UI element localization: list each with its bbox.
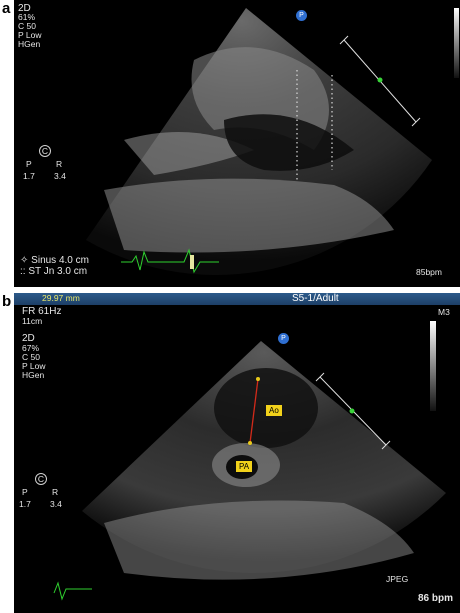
measurement-stjn-value: ST Jn 3.0 cm — [28, 266, 88, 277]
orientation-c-icon: C — [35, 473, 47, 485]
echo-image-b — [53, 321, 446, 601]
aorta-label: Ao — [266, 405, 282, 416]
pulmonary-artery-label: PA — [236, 461, 253, 472]
probe-logo-icon: P — [278, 333, 289, 344]
orientation-c-icon: C — [39, 145, 51, 157]
scale-right: 3.4 — [54, 171, 66, 181]
scale-left: 1.7 — [23, 171, 35, 181]
freq-label: HGen — [22, 370, 45, 380]
echo-panel-b: 29.97 mm S5-1/Adult P FR 61Hz 11cm 2D 67… — [14, 293, 460, 613]
format-label: JPEG — [386, 574, 409, 584]
panel-a-letter: a — [2, 0, 11, 17]
panel-b-letter: b — [2, 293, 12, 310]
measurement-sinus-value: Sinus 4.0 cm — [31, 255, 89, 266]
scale-left: 1.7 — [19, 499, 31, 509]
orientation-p: P — [26, 159, 32, 169]
orientation-r: R — [56, 159, 63, 169]
orientation-p: P — [22, 487, 28, 497]
measurement-sinus: ✧ Sinus 4.0 cm — [20, 255, 89, 266]
probe-logo-icon: P — [296, 10, 307, 21]
orientation-r: R — [52, 487, 59, 497]
freq-label: HGen — [18, 39, 41, 49]
measurement-stjn: :: ST Jn 3.0 cm — [20, 266, 88, 277]
heart-rate: 86 bpm — [418, 593, 454, 604]
scale-right: 3.4 — [50, 499, 62, 509]
m3-label: M3 — [438, 307, 450, 317]
echo-panel-a: P 2D 61% C 50 P Low HGen C P R 1.7 3.4 ✧… — [14, 0, 460, 287]
depth-label: 11cm — [22, 316, 43, 326]
heart-rate: 85bpm — [416, 267, 442, 277]
echo-image-a — [86, 8, 459, 275]
